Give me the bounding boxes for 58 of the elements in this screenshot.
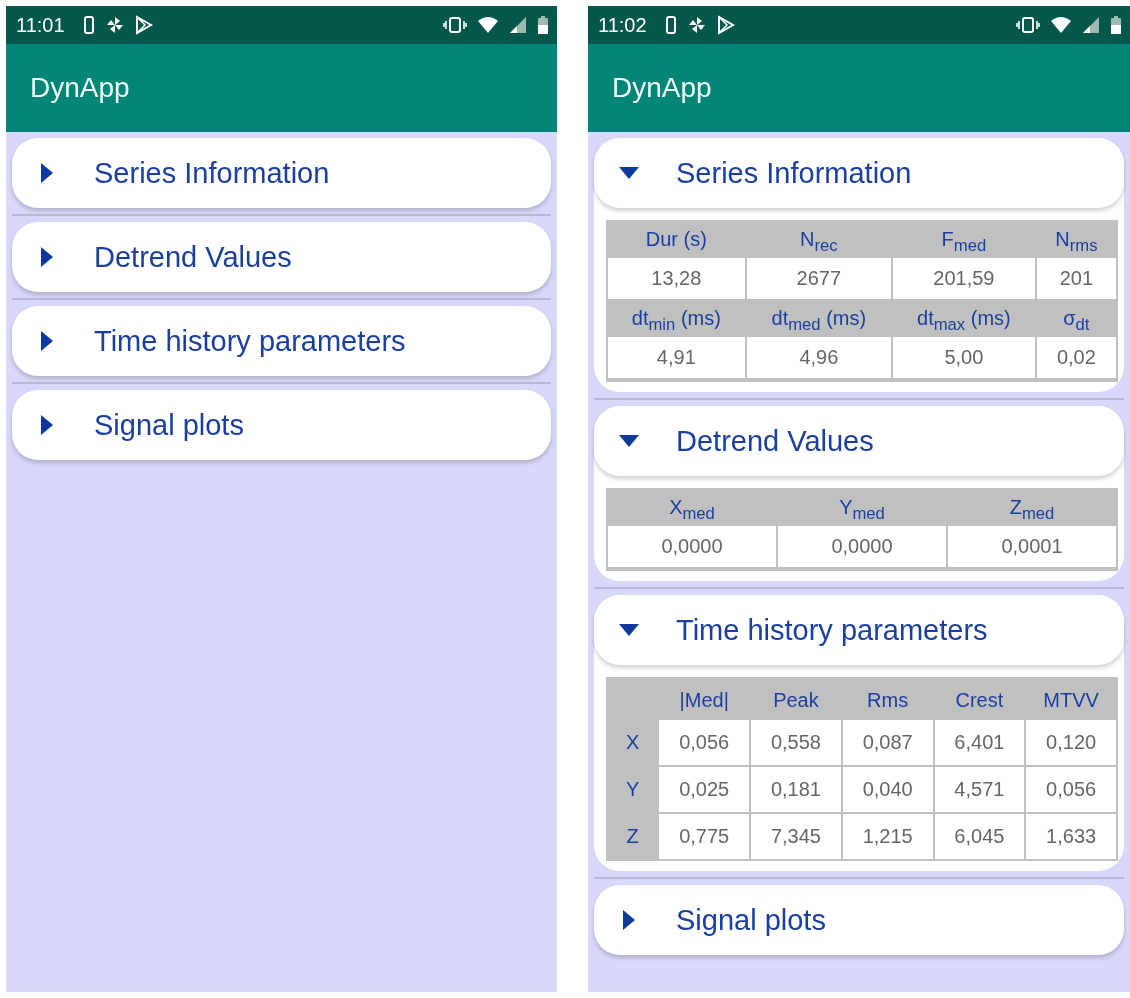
table-cell: 5,00 <box>893 337 1035 378</box>
table-cell: 0,040 <box>842 767 933 812</box>
signal-icon <box>509 15 527 35</box>
battery-icon <box>537 15 549 35</box>
battery-icon <box>1110 15 1122 35</box>
play-store-icon <box>716 15 735 35</box>
table-cell: 0,02 <box>1036 337 1116 378</box>
table-cell: 4,96 <box>746 337 891 378</box>
table-cell: 0,056 <box>659 720 750 765</box>
table-cell: 7,345 <box>751 814 841 859</box>
table-cell: 1,215 <box>842 814 933 859</box>
table-cell: 0,056 <box>1026 767 1116 812</box>
table-cell: 0,025 <box>659 767 750 812</box>
caret-down-icon <box>618 623 640 637</box>
wifi-icon <box>477 15 499 35</box>
row-header: Y <box>625 777 641 802</box>
phone-icon <box>664 15 677 35</box>
section-header[interactable]: Signal plots <box>594 885 1124 955</box>
table-cell: 6,045 <box>934 814 1025 859</box>
section-header[interactable]: Detrend Values <box>594 406 1124 476</box>
table-cell: 0,120 <box>1026 720 1116 765</box>
row-header: Z <box>625 824 640 849</box>
table-cell: 2677 <box>746 258 891 299</box>
phone-icon <box>82 15 95 35</box>
table-cell: 13,28 <box>608 258 745 299</box>
table-cell: 4,91 <box>608 337 745 378</box>
table-cell: 201,59 <box>893 258 1035 299</box>
table-cell: 201 <box>1036 258 1116 299</box>
caret-down-icon <box>618 434 640 448</box>
status-time: 11:01 <box>16 13 65 37</box>
table-cell: 4,571 <box>934 767 1025 812</box>
table-cell: 0,0000 <box>778 526 946 567</box>
section-header[interactable]: Series Information <box>12 138 551 208</box>
table-cell: 0,181 <box>751 767 841 812</box>
section-header[interactable]: Series Information <box>594 138 1124 208</box>
vibrate-icon <box>443 15 467 35</box>
pinwheel-icon <box>104 15 125 35</box>
play-store-icon <box>134 15 153 35</box>
section-header[interactable]: Time history parameters <box>594 595 1124 665</box>
vibrate-icon <box>1016 15 1040 35</box>
table-cell: 1,633 <box>1026 814 1116 859</box>
app-title: DynApp <box>30 72 130 104</box>
section-header[interactable]: Time history parameters <box>12 306 551 376</box>
signal-icon <box>1082 15 1100 35</box>
table-cell: 0,775 <box>659 814 750 859</box>
section-header[interactable]: Signal plots <box>12 390 551 460</box>
pinwheel-icon <box>686 15 707 35</box>
row-header: X <box>625 730 641 755</box>
table-cell: 0,0000 <box>608 526 776 567</box>
table-cell: 0,0001 <box>948 526 1116 567</box>
status-time: 11:02 <box>598 13 647 37</box>
table-cell: 0,087 <box>842 720 933 765</box>
app-title: DynApp <box>612 72 712 104</box>
section-header[interactable]: Detrend Values <box>12 222 551 292</box>
wifi-icon <box>1050 15 1072 35</box>
table-cell: 6,401 <box>934 720 1025 765</box>
caret-down-icon <box>618 166 640 180</box>
table-cell: 0,558 <box>751 720 841 765</box>
